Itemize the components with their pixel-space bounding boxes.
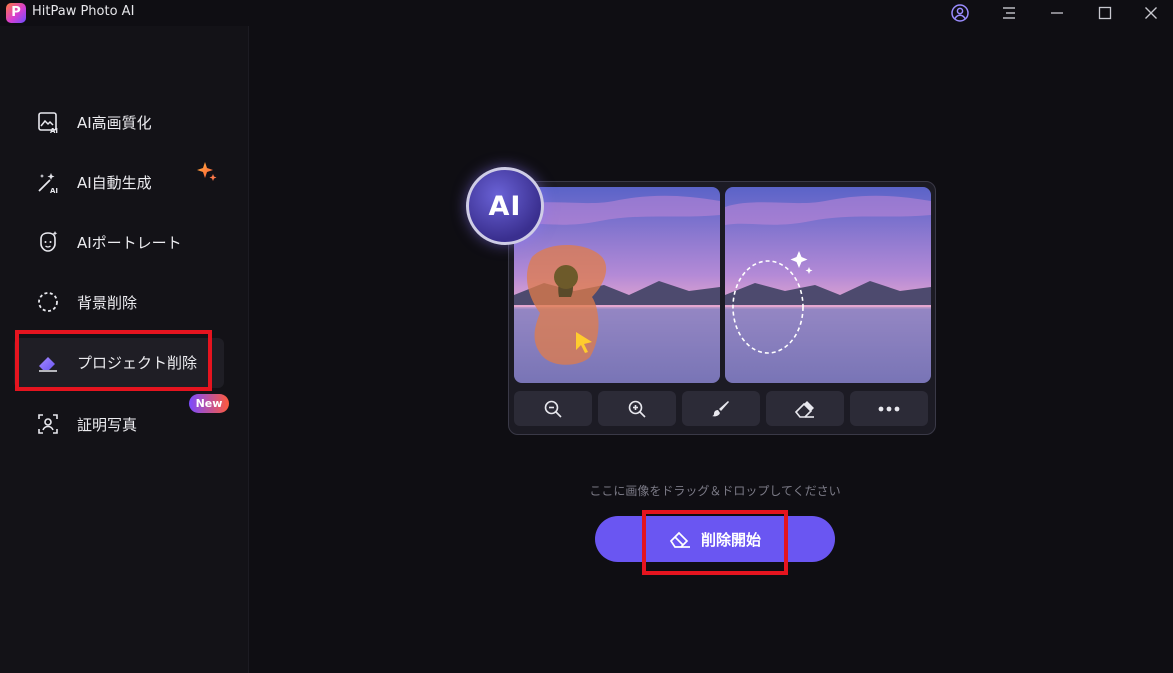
sidebar-item-label: プロジェクト削除 xyxy=(77,354,198,372)
title-bar: P HitPaw Photo AI xyxy=(0,0,1173,26)
sidebar-item-label: 証明写真 xyxy=(77,415,138,434)
svg-text:AI: AI xyxy=(50,127,58,134)
brush-icon xyxy=(712,400,729,416)
app-logo: P xyxy=(6,3,26,23)
sidebar-item-ai-enhance[interactable]: AI AI高画質化 xyxy=(36,102,226,142)
menu-icon xyxy=(1003,7,1015,19)
sidebar-item-ai-portrait[interactable]: AIポートレート xyxy=(36,222,226,262)
id-photo-icon xyxy=(38,414,58,434)
sidebar-item-label: AI自動生成 xyxy=(77,173,152,192)
zoom-out-icon xyxy=(544,400,562,418)
drop-hint: ここに画像をドラッグ＆ドロップしてください xyxy=(589,484,841,498)
app-logo-letter: P xyxy=(11,5,21,20)
sidebar-item-object-remove[interactable]: プロジェクト削除 xyxy=(14,338,224,388)
menu-button[interactable] xyxy=(989,0,1029,26)
eraser-icon xyxy=(669,531,690,548)
landscape-before-image xyxy=(514,187,720,383)
ai-badge: AI xyxy=(466,167,544,245)
app-title: HitPaw Photo AI xyxy=(32,4,135,19)
ai-wand-icon: AI xyxy=(38,173,58,194)
eraser-tool-button[interactable] xyxy=(766,391,844,426)
after-image xyxy=(725,187,931,383)
start-remove-button[interactable]: 削除開始 xyxy=(595,516,835,562)
more-icon xyxy=(878,406,900,411)
zoom-out-button[interactable] xyxy=(514,391,592,426)
zoom-in-button[interactable] xyxy=(598,391,676,426)
background-remove-icon xyxy=(38,292,58,312)
preview-card xyxy=(508,181,936,435)
ai-portrait-icon xyxy=(40,231,58,252)
brush-button[interactable] xyxy=(682,391,760,426)
sparkle-icon xyxy=(197,162,217,181)
start-remove-label: 削除開始 xyxy=(700,530,761,549)
zoom-in-icon xyxy=(628,400,646,418)
minimize-icon xyxy=(1051,12,1063,14)
sidebar-item-background-remove[interactable]: 背景削除 xyxy=(36,282,226,322)
sidebar-item-label: 背景削除 xyxy=(77,293,138,312)
landscape-after-image xyxy=(725,187,931,383)
maximize-icon xyxy=(1098,6,1112,20)
eraser-icon xyxy=(794,400,814,418)
maximize-button[interactable] xyxy=(1085,0,1125,26)
eraser-icon xyxy=(39,357,57,372)
account-icon xyxy=(951,4,969,22)
close-icon xyxy=(1145,7,1157,19)
new-badge: New xyxy=(189,394,229,413)
sidebar-item-label: AI高画質化 xyxy=(77,113,152,132)
ai-enhance-icon: AI xyxy=(38,112,58,134)
before-image xyxy=(514,187,720,383)
close-button[interactable] xyxy=(1131,0,1171,26)
sidebar-item-label: AIポートレート xyxy=(77,233,182,252)
svg-text:AI: AI xyxy=(50,187,58,194)
more-button[interactable] xyxy=(850,391,928,426)
minimize-button[interactable] xyxy=(1037,0,1077,26)
account-button[interactable] xyxy=(940,0,980,26)
